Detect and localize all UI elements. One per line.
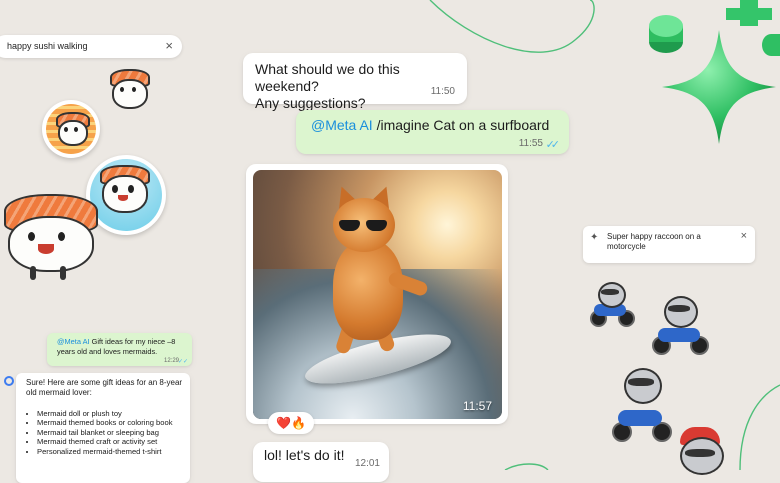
- message-text: @Meta AI Gift ideas for my niece –8 year…: [57, 337, 187, 356]
- green-plus-icon: [726, 0, 772, 26]
- raccoon-sticker-2[interactable]: [650, 292, 710, 355]
- message-time: 11:50: [430, 86, 455, 97]
- raccoon-sticker-4[interactable]: [668, 425, 738, 475]
- sticker-search-query[interactable]: happy sushi walking: [7, 41, 88, 51]
- green-blob-icon: [762, 34, 780, 56]
- raccoon-sticker-1[interactable]: [586, 278, 636, 327]
- raccoon-sticker-3[interactable]: [610, 362, 672, 442]
- read-receipt-icon: ✓✓: [545, 139, 561, 151]
- ai-reply-intro: Sure! Here are some gift ideas for an 8-…: [26, 378, 183, 397]
- message-text: @Meta AI /imagine Cat on a surfboard: [311, 117, 549, 133]
- message-weekend-question[interactable]: What should we do this weekend? Any sugg…: [243, 53, 467, 111]
- list-item: Mermaid tail blanket or sleeping bag: [37, 428, 197, 437]
- gift-ideas-list: Mermaid doll or plush toy Mermaid themed…: [28, 409, 197, 456]
- message-time: 11:57: [462, 399, 492, 413]
- message-time: 12:29: [163, 358, 179, 364]
- message-imagine-command[interactable]: @Meta AI /imagine Cat on a surfboard 11:…: [296, 110, 569, 154]
- raccoon-search-query[interactable]: Super happy raccoon on a motorcycle: [607, 232, 725, 252]
- message-generated-image[interactable]: 11:57: [246, 164, 508, 424]
- cat-body: [333, 240, 403, 340]
- sushi-sticker-large[interactable]: [0, 190, 100, 282]
- message-ai-gift-ideas[interactable]: Sure! Here are some gift ideas for an 8-…: [16, 373, 190, 483]
- close-icon[interactable]: ×: [165, 38, 173, 53]
- raccoon-sticker-search[interactable]: ✦ Super happy raccoon on a motorcycle ×: [583, 226, 755, 263]
- sunglasses: [339, 220, 389, 231]
- meta-ai-mention[interactable]: @Meta AI: [311, 117, 373, 133]
- message-time: 12:01: [354, 458, 380, 469]
- list-item: Mermaid doll or plush toy: [37, 409, 197, 418]
- sparkle-icon: ✦: [590, 232, 599, 243]
- list-item: Mermaid themed craft or activity set: [37, 437, 197, 446]
- command-text: /imagine Cat on a surfboard: [372, 117, 550, 133]
- read-receipt-icon: ✓✓: [177, 359, 188, 365]
- meta-ai-icon: [4, 376, 14, 386]
- list-item: Mermaid themed books or coloring book: [37, 418, 197, 427]
- green-cylinder-icon: [649, 15, 683, 53]
- list-item: Personalized mermaid-themed t-shirt: [37, 447, 197, 456]
- message-gift-ideas-request[interactable]: @Meta AI Gift ideas for my niece –8 year…: [47, 333, 192, 366]
- sushi-sticker-sunset[interactable]: [42, 100, 100, 158]
- cat-surfboard-image[interactable]: 11:57: [253, 170, 502, 419]
- close-icon[interactable]: ×: [741, 230, 747, 242]
- meta-ai-mention[interactable]: @Meta AI: [57, 337, 90, 346]
- reactions-badge[interactable]: ❤️🔥: [268, 412, 314, 434]
- message-text: lol! let's do it!: [264, 447, 345, 463]
- message-reply[interactable]: lol! let's do it! 12:01: [253, 442, 389, 482]
- message-time: 11:55: [518, 138, 543, 149]
- sticker-search-bar[interactable]: happy sushi walking ×: [0, 35, 182, 58]
- sushi-sticker-small[interactable]: [108, 67, 152, 111]
